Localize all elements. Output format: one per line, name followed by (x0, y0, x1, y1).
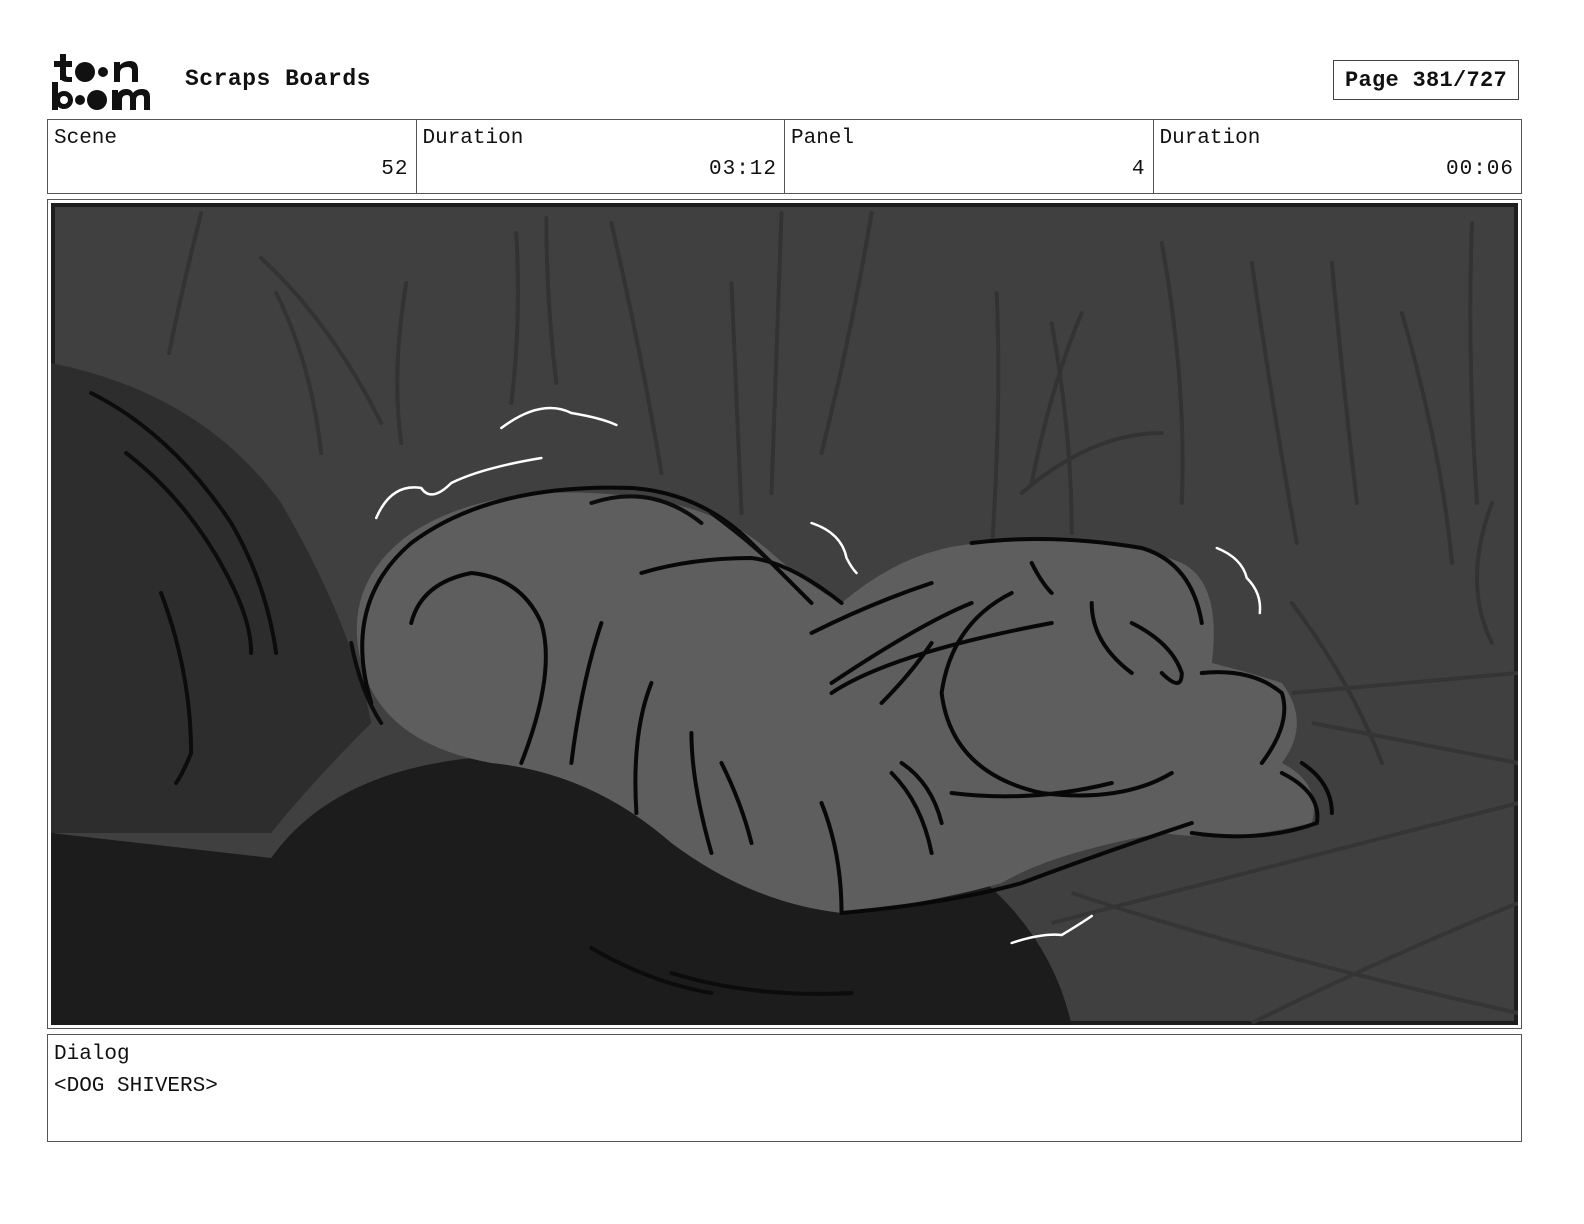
scene-duration-cell: Duration 03:12 (417, 120, 785, 193)
page-number: Page 381/727 (1344, 67, 1508, 93)
panel-cell: Panel 4 (785, 120, 1154, 193)
page-indicator: Page 381/727 (1333, 60, 1519, 100)
storyboard-sketch-image (51, 203, 1518, 1025)
panel-duration-label: Duration (1159, 127, 1261, 150)
project-title: Scraps Boards (185, 66, 371, 92)
panel-label: Panel (791, 127, 855, 150)
dialog-text: <DOG SHIVERS> (54, 1075, 218, 1098)
scene-value: 52 (381, 158, 409, 181)
scene-duration-value: 03:12 (708, 158, 777, 181)
storyboard-panel (47, 199, 1522, 1029)
scene-label: Scene (54, 127, 118, 150)
scene-cell: Scene 52 (48, 120, 417, 193)
panel-duration-value: 00:06 (1445, 158, 1514, 181)
panel-info-bar: Scene 52 Duration 03:12 Panel 4 Duration… (47, 119, 1522, 194)
scene-duration-label: Duration (422, 127, 524, 150)
panel-value: 4 (1131, 158, 1146, 181)
dialog-box: Dialog <DOG SHIVERS> (47, 1034, 1522, 1142)
dialog-label: Dialog (54, 1043, 130, 1066)
toon-boom-logo (52, 54, 150, 110)
panel-duration-cell: Duration 00:06 (1154, 120, 1522, 193)
